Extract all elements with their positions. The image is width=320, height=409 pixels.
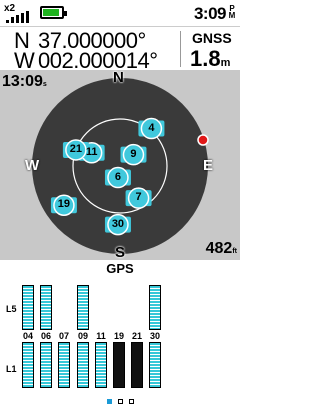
elevation-readout: 482ft [206,240,237,258]
prn-label: 30 [149,331,160,341]
prn-label: 19 [113,331,124,341]
accuracy-unit: m [220,57,231,69]
l1-signal-bar [22,342,34,388]
l1-signal-bar [149,342,161,388]
coord-divider [180,31,181,67]
l5-signal-bar [40,285,52,330]
l1-signal-bar [95,342,107,388]
compass-south: S [115,244,126,261]
accuracy-value: 1.8 [190,46,221,71]
compass-north: N [113,69,124,86]
elevation-value: 482 [205,240,233,257]
l5-signal-bar [22,285,34,330]
l5-signal-bar [77,285,89,330]
accuracy-readout: 1.8m [190,46,230,72]
constellation-title: GPS [106,261,134,276]
l5-signal-bar [149,285,161,330]
prn-label: 21 [131,331,142,341]
l1-signal-bar [131,342,143,388]
satellite-prn-label: 21 [69,142,83,155]
gnss-mode-label: GNSS [192,30,232,46]
gps-signal-panel[interactable]: GPS L5 L1 04 06 07 09 11 19 21 30 [0,260,240,404]
prn-label: 09 [77,331,88,341]
trip-time-value: 13:09 [2,73,43,90]
battery-icon [40,6,67,19]
compass-west: W [25,157,40,174]
l1-signal-bar [113,342,125,388]
clock-time: 3:09 [193,4,227,23]
band-label-l1: L1 [6,364,17,374]
satellite-prn-label: 19 [57,198,71,211]
satellite-prn-label: 9 [130,147,137,160]
prn-label: 11 [96,331,106,341]
elevation-unit: ft [232,248,237,255]
l1-signal-bar [77,342,89,388]
compass-east: E [203,157,214,174]
page-indicator[interactable] [0,391,240,409]
l1-signal-bar [40,342,52,388]
signal-strength-icon [4,11,34,23]
battery-fill [43,9,59,16]
band-label-l5: L5 [6,304,17,314]
satellite-prn-label: 7 [135,191,142,204]
satellite-sky-view[interactable]: 13:09s N S W E 4 9 11 21 6 7 19 30 482ft [0,69,240,261]
satellite-prn-label: 4 [148,121,155,134]
l1-signal-bar [58,342,70,388]
prn-label: 07 [58,331,69,341]
clock-ampm: PM [228,4,236,20]
prn-label: 06 [40,331,51,341]
satellite-prn-label: 30 [111,217,125,230]
sbas-marker-icon [197,134,209,146]
position-panel[interactable]: N 37.000000° W 002.000014° GNSS 1.8m [0,26,240,73]
status-bar: x2 3:09 PM [0,0,240,26]
satellite-prn-label: 6 [114,170,122,183]
prn-label: 04 [22,331,33,341]
trip-time-unit: s [42,81,47,88]
trip-time: 13:09s [2,73,47,91]
